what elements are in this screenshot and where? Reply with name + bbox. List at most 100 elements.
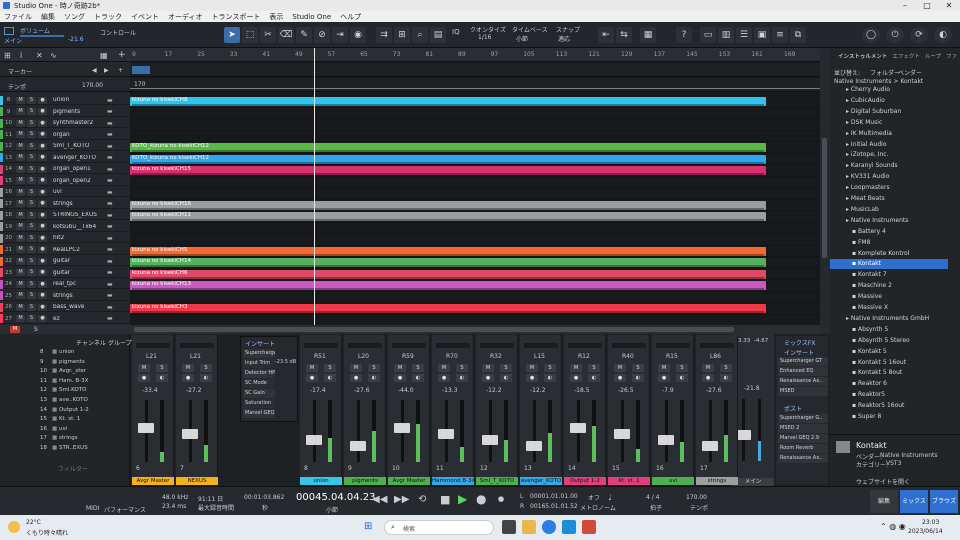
record-button[interactable]: ● bbox=[182, 374, 194, 382]
volume-fader[interactable] bbox=[357, 400, 360, 462]
record-button[interactable]: ● bbox=[526, 374, 538, 382]
pan-value[interactable]: L20 bbox=[358, 353, 369, 360]
monitor-button[interactable]: ◐ bbox=[720, 374, 732, 382]
tempo-value[interactable]: 170.00 bbox=[82, 82, 103, 89]
track-row[interactable]: 19 M S ● kotsubu__Tx64 ▬ bbox=[0, 222, 130, 232]
tempo-lane[interactable]: 170 bbox=[130, 78, 820, 92]
channel-list-item[interactable]: 13 ■ ave..KOTO bbox=[40, 396, 130, 405]
channel-list-item[interactable]: 12 ■ Sml.KOTO bbox=[40, 386, 130, 395]
track-row[interactable]: 9 M S ● pigments ▬ bbox=[0, 107, 130, 117]
monitor-button[interactable]: ◐ bbox=[632, 374, 644, 382]
fader-cap[interactable] bbox=[658, 435, 674, 445]
volume-db[interactable]: -17.4 bbox=[310, 387, 326, 394]
monitor-button[interactable]: ◐ bbox=[156, 374, 168, 382]
channel-label[interactable]: Kt. st. 1 bbox=[608, 477, 650, 485]
record-arm-button[interactable]: ● bbox=[38, 108, 47, 115]
post-slot[interactable]: Marvel GEQ 2.9 bbox=[778, 434, 828, 443]
solo-button[interactable]: S bbox=[27, 119, 36, 127]
pan-bar[interactable] bbox=[392, 343, 426, 348]
fader-cap[interactable] bbox=[306, 435, 322, 445]
clip[interactable]: kizuna no kisekiCH16 bbox=[130, 200, 766, 210]
record-button[interactable]: ● bbox=[702, 374, 714, 382]
edit-view-button[interactable]: ⧉ bbox=[790, 27, 806, 43]
pan-value[interactable]: R70 bbox=[446, 353, 458, 360]
instrument-icon[interactable]: ▬ bbox=[107, 177, 113, 184]
volume-db[interactable]: -27.2 bbox=[186, 387, 202, 394]
track-row[interactable]: 15 M S ● organ_open2 ▬ bbox=[0, 176, 130, 186]
automation-icon[interactable]: ∿ bbox=[50, 51, 57, 60]
instrument-icon[interactable]: ▬ bbox=[107, 131, 113, 138]
menu-item-7[interactable]: 表示 bbox=[269, 12, 283, 22]
track-name[interactable]: strings bbox=[53, 201, 105, 207]
task-view-icon[interactable] bbox=[502, 520, 516, 534]
monitor-button[interactable]: ◐ bbox=[324, 374, 336, 382]
mute-button[interactable]: M bbox=[16, 303, 25, 311]
browser-item[interactable]: ▪ Reaktor5 bbox=[830, 390, 948, 400]
record-arm-button[interactable]: ● bbox=[38, 280, 47, 288]
instrument-icon[interactable]: ▬ bbox=[107, 108, 113, 115]
mute-button[interactable]: M bbox=[16, 269, 25, 276]
track-name[interactable]: hit2 bbox=[53, 235, 105, 241]
pan-bar[interactable] bbox=[348, 343, 382, 348]
mute-button[interactable]: M bbox=[16, 119, 25, 127]
volume-db[interactable]: -13.3 bbox=[442, 387, 458, 394]
record-button[interactable]: ● bbox=[438, 374, 450, 382]
mute-button[interactable]: M bbox=[16, 280, 25, 288]
timebase-value[interactable]: 小節 bbox=[516, 34, 528, 43]
monitor-button[interactable]: ◐ bbox=[456, 374, 468, 382]
menu-item-6[interactable]: トランスポート bbox=[212, 12, 261, 22]
list-view-button[interactable]: ≡ bbox=[772, 27, 788, 43]
record-arm-button[interactable]: ● bbox=[38, 131, 47, 138]
pan-bar[interactable] bbox=[136, 343, 170, 348]
mute-button[interactable]: M bbox=[182, 364, 194, 372]
fader-cap[interactable] bbox=[614, 429, 630, 439]
browser-item[interactable]: ▸ IK Multimedia bbox=[830, 129, 948, 139]
channel-label[interactable]: pigments bbox=[344, 477, 386, 485]
mute-tool-button[interactable]: ⊘ bbox=[314, 27, 330, 43]
track-name[interactable]: Sml_T_KOTO bbox=[53, 143, 105, 149]
channel-list-item[interactable]: 8 ■ union bbox=[40, 348, 130, 357]
clip[interactable]: kizuna no kisekiCH15 bbox=[130, 166, 766, 175]
channel-label[interactable]: strings bbox=[696, 477, 738, 485]
help-icon[interactable]: ? bbox=[676, 27, 692, 43]
ripple-edit-button[interactable]: ⇆ bbox=[616, 27, 632, 43]
record-arm-button[interactable]: ● bbox=[38, 223, 47, 230]
mute-button[interactable]: M bbox=[570, 364, 582, 372]
mute-button[interactable]: M bbox=[138, 364, 150, 372]
post-slot[interactable]: Renaissance Ax.. bbox=[778, 454, 828, 463]
clip[interactable]: KOTO_kizuna no kisekiCH12 bbox=[130, 154, 766, 164]
range-tool-button[interactable]: ⬚ bbox=[242, 27, 258, 43]
fx-slot[interactable]: Enhanced EQ bbox=[778, 367, 828, 376]
record-arm-button[interactable]: ● bbox=[38, 96, 47, 104]
browser-item[interactable]: ▸ KV331 Audio bbox=[830, 172, 948, 182]
track-name[interactable]: guitar bbox=[53, 258, 105, 264]
track-row[interactable]: 14 M S ● organ_open1 ▬ bbox=[0, 164, 130, 174]
browser-item[interactable]: ▪ Kontakt 5 8out bbox=[830, 368, 948, 378]
browser-path[interactable]: Native Instruments > Kontakt bbox=[834, 78, 923, 85]
record-button[interactable]: ● bbox=[482, 374, 494, 382]
browser-item[interactable]: ▸ Native Instruments GmbH bbox=[830, 314, 948, 324]
follow-button[interactable]: ▤ bbox=[430, 27, 446, 43]
clip[interactable]: kizuna no kisekiCH5 bbox=[130, 246, 766, 256]
record-button[interactable]: ● bbox=[658, 374, 670, 382]
presonus-logo-icon[interactable]: ◐ bbox=[934, 27, 952, 43]
browser-item[interactable]: ▪ Kontakt bbox=[830, 259, 948, 270]
channel-label[interactable]: Hammond B-3X bbox=[432, 477, 474, 485]
monitor-button[interactable]: ◐ bbox=[588, 374, 600, 382]
channel-label[interactable]: NEXUS bbox=[176, 477, 218, 485]
solo-button[interactable]: S bbox=[412, 364, 424, 372]
volume-db[interactable]: -18.5 bbox=[574, 387, 590, 394]
monitor-button[interactable]: ◐ bbox=[200, 374, 212, 382]
clip-area[interactable]: kizuna no kisekiCH8 KOTO_kizuna no kiseki… bbox=[130, 96, 820, 326]
position-display[interactable]: 00045.04.04.23 bbox=[296, 492, 376, 503]
track-row[interactable]: 20 M S ● hit2 ▬ bbox=[0, 233, 130, 243]
fader-cap[interactable] bbox=[350, 441, 366, 451]
fader-cap[interactable] bbox=[526, 441, 542, 451]
timeline-ruler[interactable]: 9 17 25 33 41 49 57 65 73 81 89 97 105 113 121 129 137 14… bbox=[130, 48, 820, 62]
volume-db[interactable]: -7.9 bbox=[662, 387, 674, 394]
info-icon[interactable]: i bbox=[20, 51, 22, 60]
track-row[interactable]: 22 M S ● guitar ▬ bbox=[0, 256, 130, 266]
folder-label[interactable]: フォルダー bbox=[870, 68, 900, 77]
track-lane[interactable] bbox=[130, 223, 820, 234]
loop-icon[interactable]: ⟲ bbox=[418, 494, 426, 505]
